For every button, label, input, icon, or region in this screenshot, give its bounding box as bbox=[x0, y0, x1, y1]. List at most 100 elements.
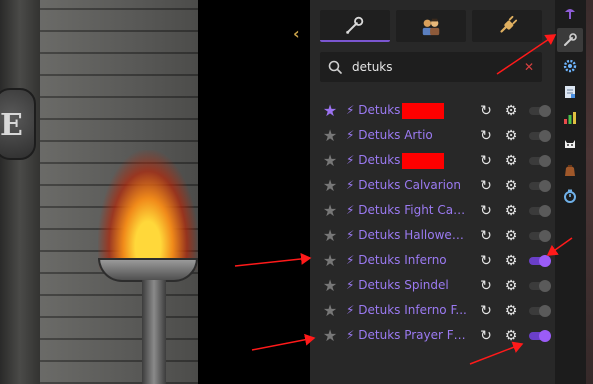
notepad-icon bbox=[565, 86, 575, 98]
reset-icon[interactable]: ↻ bbox=[478, 228, 494, 244]
brazier-stand bbox=[142, 280, 166, 384]
plugin-row: ★ ⚡ Detuks Inferno ↻ ⚙ bbox=[320, 248, 552, 273]
plugin-name[interactable]: ⚡ Detuks Artio bbox=[346, 123, 468, 148]
brazier-flame bbox=[98, 150, 198, 270]
reset-icon[interactable]: ↻ bbox=[478, 103, 494, 119]
plugin-name[interactable]: ⚡ Detuks Spindel bbox=[346, 273, 468, 298]
plugin-toggle[interactable] bbox=[529, 204, 551, 217]
reset-icon[interactable]: ↻ bbox=[478, 253, 494, 269]
plugin-name[interactable]: ⚡ Detuks bbox=[346, 98, 468, 123]
plugin-toggle[interactable] bbox=[529, 154, 551, 167]
sign-letter: E bbox=[0, 108, 23, 143]
toggle-knob bbox=[539, 129, 551, 142]
plugin-name[interactable]: ⚡ Detuks Inferno bbox=[346, 248, 468, 273]
plugin-name[interactable]: ⚡ Detuks Calvarion bbox=[346, 173, 468, 198]
plugin-toggle[interactable] bbox=[529, 279, 551, 292]
plugin-row: ★ ⚡ Detuks Prayer Fl... ↻ ⚙ bbox=[320, 323, 552, 348]
plugin-name-text: Detuks bbox=[358, 103, 401, 117]
plugin-row: ★ ⚡ Detuks Artio ↻ ⚙ bbox=[320, 123, 552, 148]
favorite-star-icon[interactable]: ★ bbox=[320, 298, 340, 323]
lightning-icon: ⚡ bbox=[346, 128, 355, 142]
plugin-row: ★ ⚡ Detuks Calvarion ↻ ⚙ bbox=[320, 173, 552, 198]
gear-icon[interactable]: ⚙ bbox=[503, 128, 519, 144]
plugin-name-text: Detuks Prayer Fl... bbox=[358, 328, 468, 342]
wrench-icon bbox=[346, 16, 364, 34]
gear-icon[interactable]: ⚙ bbox=[503, 303, 519, 319]
favorite-star-icon[interactable]: ★ bbox=[320, 223, 340, 248]
favorite-star-icon[interactable]: ★ bbox=[320, 323, 340, 348]
plugin-row: ★ ⚡ Detuks ↻ ⚙ bbox=[320, 98, 552, 123]
plugin-name[interactable]: ⚡ Detuks Fight Cav... bbox=[346, 198, 468, 223]
plugin-name[interactable]: ⚡ Detuks Inferno F... bbox=[346, 298, 468, 323]
redaction-box bbox=[402, 102, 445, 119]
clear-search-icon[interactable]: ✕ bbox=[524, 60, 534, 74]
plugin-name-text: Detuks Inferno F... bbox=[358, 303, 467, 317]
sidebar-configuration-button[interactable] bbox=[557, 28, 583, 52]
plugin-toggle[interactable] bbox=[529, 179, 551, 192]
reset-icon[interactable]: ↻ bbox=[478, 328, 494, 344]
plugin-name[interactable]: ⚡ Detuks Hallowed ... bbox=[346, 223, 468, 248]
gear-icon[interactable]: ⚙ bbox=[503, 253, 519, 269]
gear-icon[interactable]: ⚙ bbox=[503, 228, 519, 244]
favorite-star-icon[interactable]: ★ bbox=[320, 123, 340, 148]
cat-icon bbox=[565, 140, 575, 148]
gear-icon[interactable]: ⚙ bbox=[503, 203, 519, 219]
gear-icon[interactable]: ⚙ bbox=[503, 153, 519, 169]
panel-gutter bbox=[198, 0, 310, 384]
plugin-name-text: Detuks Spindel bbox=[358, 278, 449, 292]
sidebar-loot-button[interactable] bbox=[557, 158, 583, 182]
sidebar-notes-button[interactable] bbox=[557, 2, 583, 26]
sidebar-pet-button[interactable] bbox=[557, 132, 583, 156]
wrench-icon bbox=[564, 33, 577, 46]
toggle-knob bbox=[539, 104, 551, 117]
plugin-row: ★ ⚡ Detuks ↻ ⚙ bbox=[320, 148, 552, 173]
reset-icon[interactable]: ↻ bbox=[478, 178, 494, 194]
favorite-star-icon[interactable]: ★ bbox=[320, 148, 340, 173]
reset-icon[interactable]: ↻ bbox=[478, 128, 494, 144]
favorite-star-icon[interactable]: ★ bbox=[320, 248, 340, 273]
favorite-star-icon[interactable]: ★ bbox=[320, 173, 340, 198]
plugin-name-text: Detuks bbox=[358, 153, 401, 167]
plugin-name-text: Detuks Hallowed ... bbox=[358, 228, 468, 242]
collapse-panel-chevron-icon[interactable]: ‹ bbox=[293, 24, 300, 43]
gear-icon[interactable]: ⚙ bbox=[503, 103, 519, 119]
favorite-star-icon[interactable]: ★ bbox=[320, 273, 340, 298]
window-edge bbox=[586, 0, 593, 384]
plugin-panel: ✕ ★⚡ Detuks↻⚙★⚡ Detuks Artio↻⚙★⚡ Detuks↻… bbox=[310, 0, 555, 384]
plugin-toggle[interactable] bbox=[529, 229, 551, 242]
sidebar-stats-button[interactable] bbox=[557, 106, 583, 130]
favorite-star-icon[interactable]: ★ bbox=[320, 198, 340, 223]
favorite-star-icon[interactable]: ★ bbox=[320, 98, 340, 123]
plugin-row: ★ ⚡ Detuks Hallowed ... ↻ ⚙ bbox=[320, 223, 552, 248]
plugin-name[interactable]: ⚡ Detuks Prayer Fl... bbox=[346, 323, 468, 348]
chart-icon bbox=[564, 112, 576, 124]
panel-tabs bbox=[320, 10, 550, 42]
lightning-icon: ⚡ bbox=[346, 153, 355, 167]
reset-icon[interactable]: ↻ bbox=[478, 303, 494, 319]
plugin-toggle[interactable] bbox=[529, 329, 551, 342]
plugin-toggle[interactable] bbox=[529, 254, 551, 267]
plugin-name[interactable]: ⚡ Detuks bbox=[346, 148, 468, 173]
sidebar-settings-button[interactable] bbox=[557, 54, 583, 78]
game-viewport[interactable]: E bbox=[0, 0, 198, 384]
plugin-toggle[interactable] bbox=[529, 129, 551, 142]
tab-plugins[interactable] bbox=[320, 10, 390, 42]
search-input[interactable] bbox=[352, 60, 512, 74]
reset-icon[interactable]: ↻ bbox=[478, 203, 494, 219]
plugin-toggle[interactable] bbox=[529, 104, 551, 117]
toggle-knob bbox=[539, 229, 551, 242]
tab-plugin-hub[interactable] bbox=[472, 10, 542, 42]
reset-icon[interactable]: ↻ bbox=[478, 278, 494, 294]
plugin-row: ★ ⚡ Detuks Fight Cav... ↻ ⚙ bbox=[320, 198, 552, 223]
gear-icon[interactable]: ⚙ bbox=[503, 278, 519, 294]
plugin-name-text: Detuks Inferno bbox=[358, 253, 447, 267]
sidebar-notepad-button[interactable] bbox=[557, 80, 583, 104]
gear-icon[interactable]: ⚙ bbox=[503, 178, 519, 194]
profile-icon bbox=[422, 18, 440, 36]
gear-icon[interactable]: ⚙ bbox=[503, 328, 519, 344]
sidebar-timers-button[interactable] bbox=[557, 184, 583, 208]
plugin-search-box: ✕ bbox=[320, 52, 542, 82]
tab-profiles[interactable] bbox=[396, 10, 466, 42]
plugin-toggle[interactable] bbox=[529, 304, 551, 317]
reset-icon[interactable]: ↻ bbox=[478, 153, 494, 169]
